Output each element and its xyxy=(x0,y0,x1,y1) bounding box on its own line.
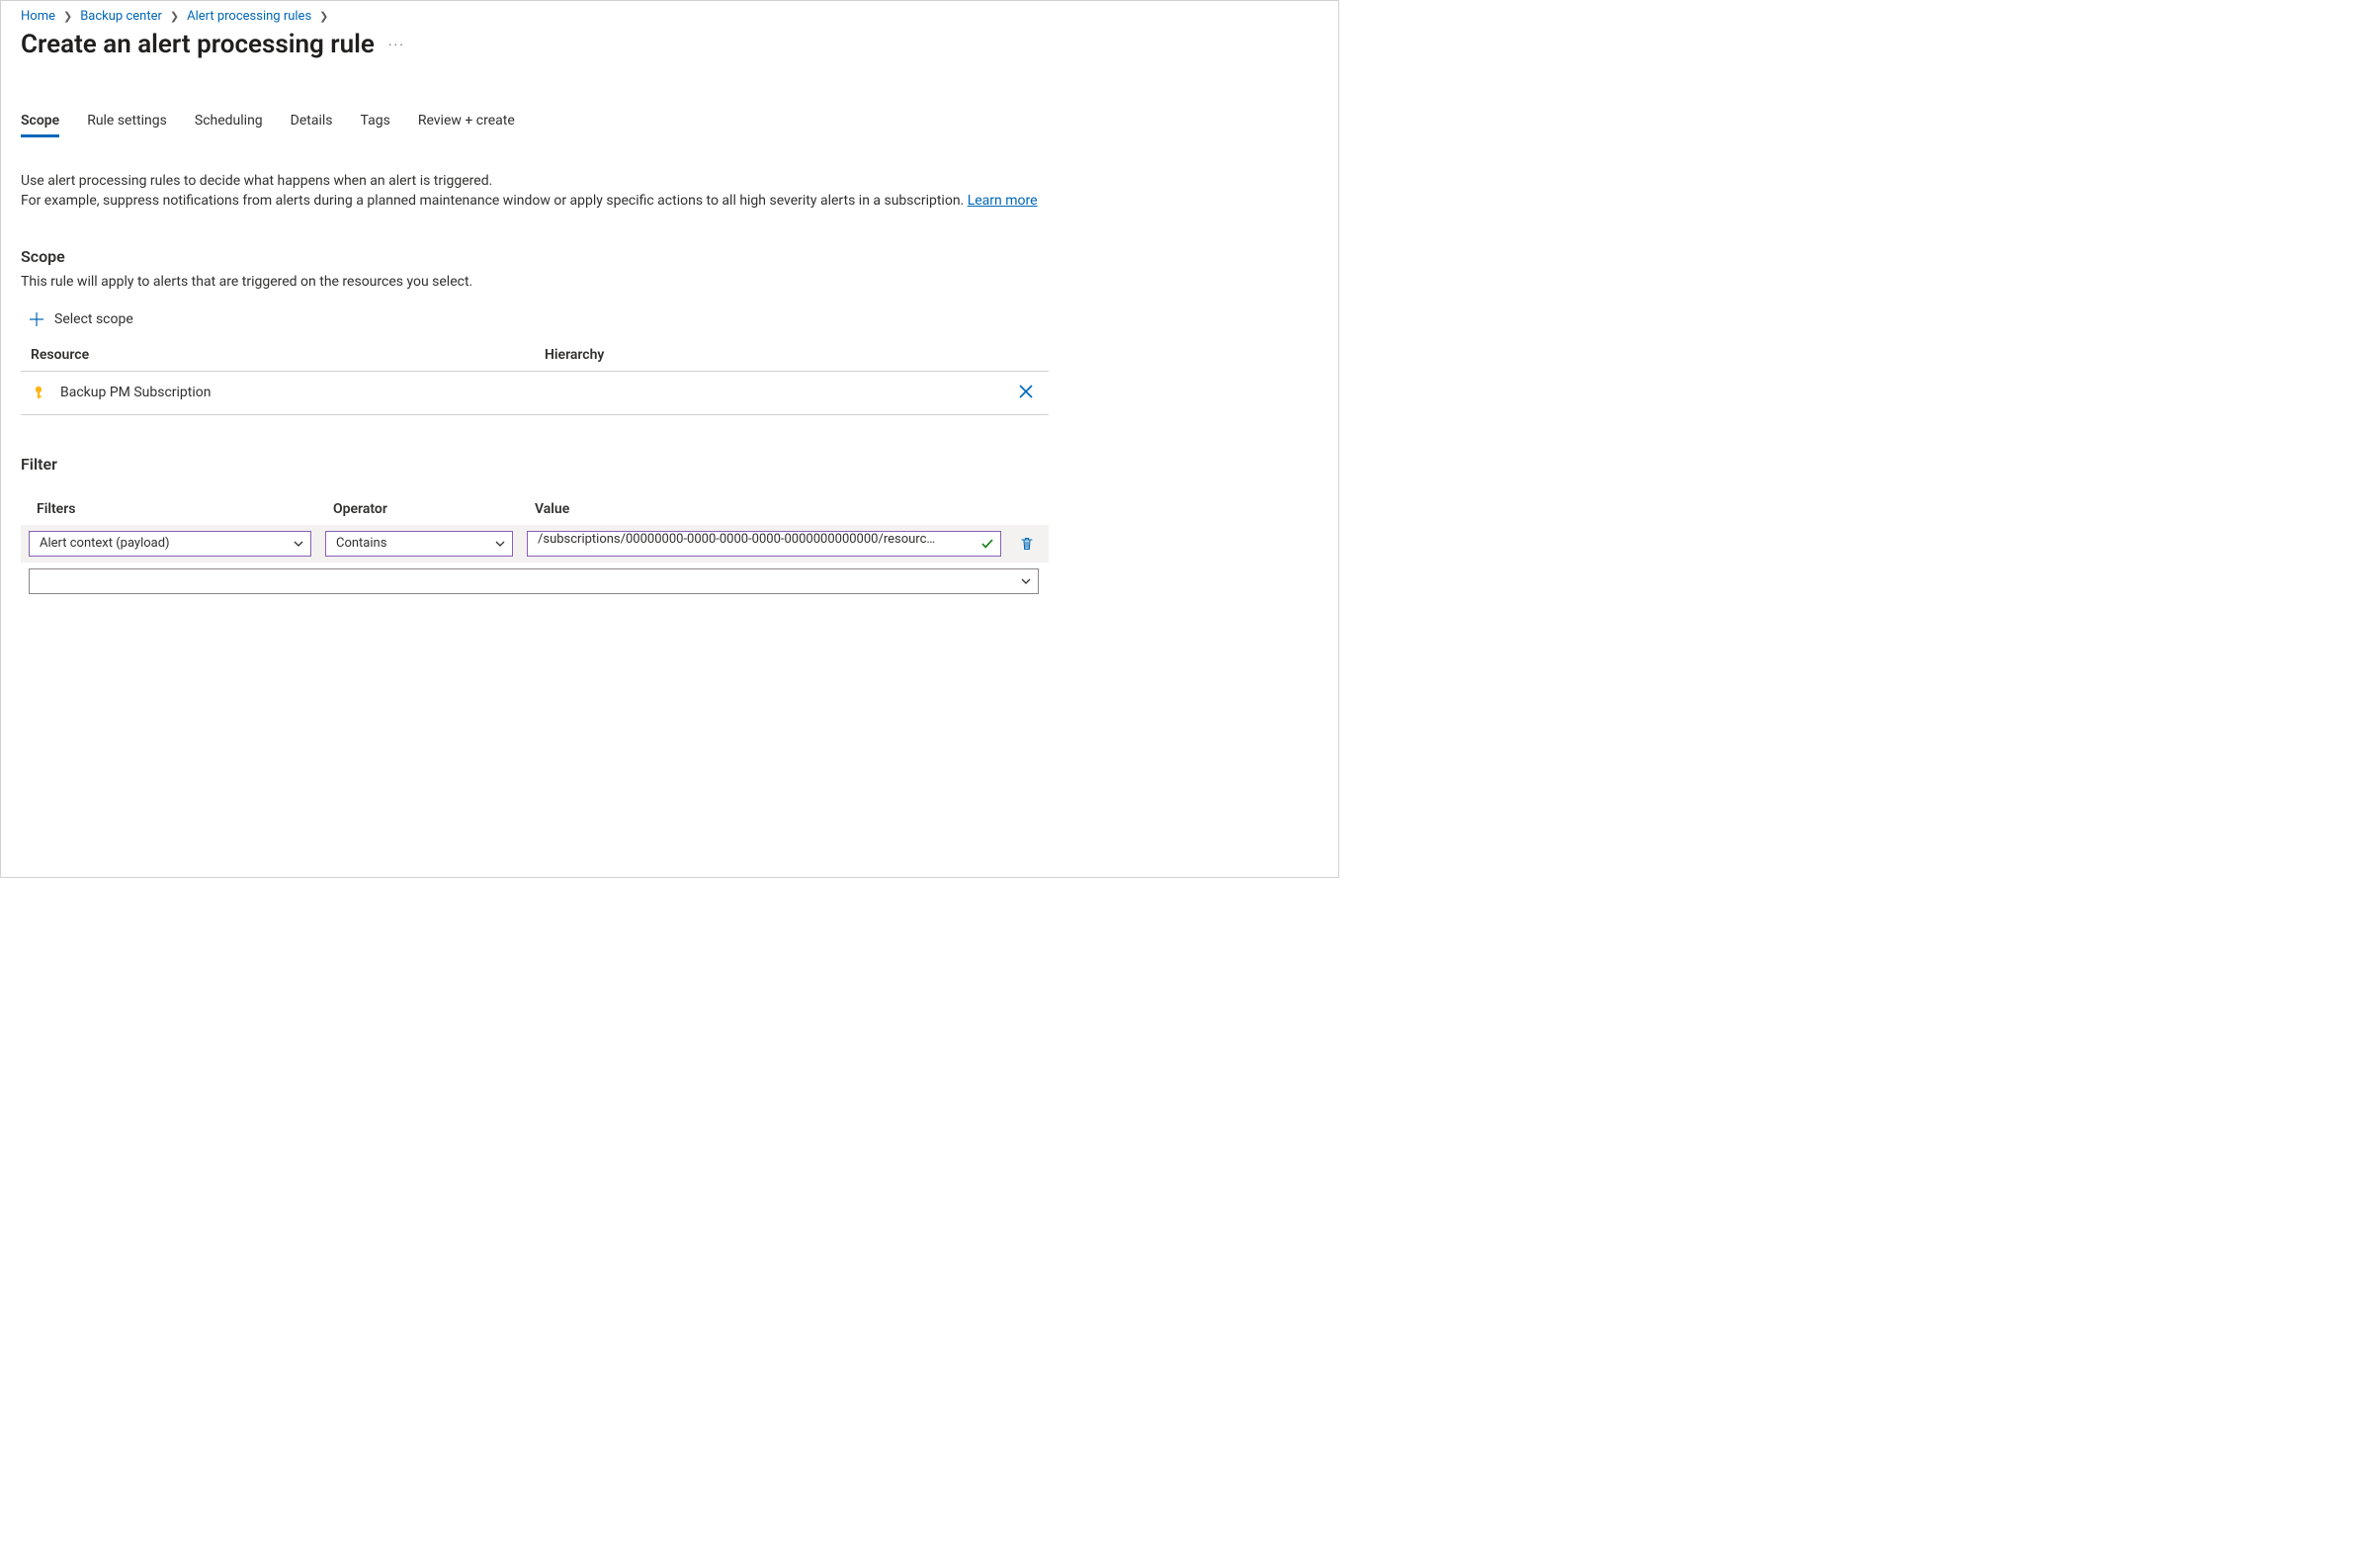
operator-dropdown[interactable]: Contains xyxy=(325,531,513,557)
filter-heading: Filter xyxy=(21,455,1318,474)
plus-icon xyxy=(29,311,44,327)
remove-scope-button[interactable] xyxy=(1013,380,1039,406)
breadcrumb-alert-processing-rules[interactable]: Alert processing rules xyxy=(187,9,311,24)
description-line1: Use alert processing rules to decide wha… xyxy=(21,173,492,189)
chevron-down-icon xyxy=(494,538,506,550)
check-icon xyxy=(980,537,994,551)
operator-value: Contains xyxy=(336,536,386,551)
scope-row: Backup PM Subscription xyxy=(21,372,1049,415)
column-operator: Operator xyxy=(333,501,521,517)
select-scope-label: Select scope xyxy=(54,311,133,327)
select-scope-button[interactable]: Select scope xyxy=(29,311,1318,327)
page-title: Create an alert processing rule xyxy=(21,30,375,59)
more-actions-button[interactable]: ··· xyxy=(388,38,405,53)
scope-table: Resource Hierarchy Backup PM Subscriptio… xyxy=(21,339,1049,415)
add-filter-dropdown[interactable] xyxy=(29,568,1039,594)
description-text: Use alert processing rules to decide wha… xyxy=(21,171,1049,212)
chevron-right-icon: ❯ xyxy=(319,10,328,23)
column-resource: Resource xyxy=(31,347,545,363)
breadcrumb-backup-center[interactable]: Backup center xyxy=(80,9,162,24)
chevron-right-icon: ❯ xyxy=(170,10,179,23)
tab-scope[interactable]: Scope xyxy=(21,113,59,137)
breadcrumb: Home ❯ Backup center ❯ Alert processing … xyxy=(21,9,1318,24)
column-filters: Filters xyxy=(37,501,319,517)
column-hierarchy: Hierarchy xyxy=(545,347,1039,363)
tab-scheduling[interactable]: Scheduling xyxy=(195,113,263,137)
tab-tags[interactable]: Tags xyxy=(361,113,390,137)
tab-bar: Scope Rule settings Scheduling Details T… xyxy=(21,113,1318,137)
filter-type-dropdown[interactable]: Alert context (payload) xyxy=(29,531,311,557)
tab-review-create[interactable]: Review + create xyxy=(418,113,515,137)
tab-rule-settings[interactable]: Rule settings xyxy=(87,113,167,137)
scope-heading: Scope xyxy=(21,247,1318,266)
description-line2: For example, suppress notifications from… xyxy=(21,193,968,209)
scope-resource-name: Backup PM Subscription xyxy=(60,385,547,400)
delete-filter-button[interactable] xyxy=(1015,536,1039,552)
chevron-down-icon xyxy=(293,538,304,550)
learn-more-link[interactable]: Learn more xyxy=(968,193,1038,209)
scope-subtext: This rule will apply to alerts that are … xyxy=(21,274,1318,290)
filter-value-input[interactable]: /subscriptions/00000000-0000-0000-0000-0… xyxy=(527,531,1001,557)
key-icon xyxy=(31,385,46,400)
filter-block: Filters Operator Value Alert context (pa… xyxy=(21,501,1049,600)
filter-value-text: /subscriptions/00000000-0000-0000-0000-0… xyxy=(538,532,935,547)
chevron-right-icon: ❯ xyxy=(63,10,72,23)
chevron-down-icon xyxy=(1020,575,1032,587)
tab-details[interactable]: Details xyxy=(291,113,333,137)
filter-row: Alert context (payload) Contains /subscr… xyxy=(21,525,1049,563)
breadcrumb-home[interactable]: Home xyxy=(21,9,55,24)
column-value: Value xyxy=(535,501,1049,517)
filter-type-value: Alert context (payload) xyxy=(40,536,170,551)
